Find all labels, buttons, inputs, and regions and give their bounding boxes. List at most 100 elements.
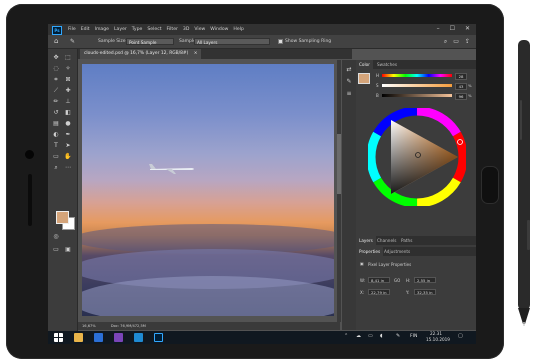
- pixel-layer-icon: ▣: [360, 261, 364, 266]
- y-field[interactable]: 32,35 in: [414, 289, 436, 295]
- workspace-icon[interactable]: ▭: [453, 38, 459, 46]
- photoshop-taskbar-icon[interactable]: [154, 333, 163, 342]
- quick-mask-icon[interactable]: ◎: [51, 232, 61, 241]
- pen-tool-icon[interactable]: ✒: [63, 130, 73, 139]
- menu-filter[interactable]: Filter: [167, 27, 178, 32]
- clock-date[interactable]: 15.10.2019: [426, 337, 450, 342]
- path-select-icon[interactable]: ➤: [63, 141, 73, 150]
- visual-studio-icon[interactable]: [114, 333, 123, 342]
- menu-help[interactable]: Help: [233, 27, 243, 32]
- menu-layer[interactable]: Layer: [114, 27, 127, 32]
- saturation-slider[interactable]: [382, 84, 452, 87]
- eraser-tool-icon[interactable]: ◧: [63, 108, 73, 117]
- color-wheel[interactable]: [368, 108, 466, 206]
- frame-tool-icon[interactable]: ⊠: [63, 75, 73, 84]
- stylus-pen: [518, 40, 530, 326]
- maximize-button[interactable]: ☐: [450, 25, 455, 32]
- document-canvas[interactable]: [82, 64, 334, 316]
- menu-3d[interactable]: 3D: [183, 27, 189, 32]
- h-value[interactable]: 28: [455, 73, 467, 80]
- menu-type[interactable]: Type: [132, 27, 143, 32]
- history-brush-icon[interactable]: ↺: [51, 108, 61, 117]
- menu-image[interactable]: Image: [95, 27, 109, 32]
- volume-icon[interactable]: ◖: [380, 333, 383, 339]
- y-label: Y:: [406, 290, 410, 295]
- properties-title: Pixel Layer Properties: [368, 262, 412, 267]
- menu-edit[interactable]: Edit: [81, 27, 90, 32]
- minimize-button[interactable]: –: [437, 25, 440, 32]
- height-field[interactable]: 2,55 in: [414, 277, 436, 283]
- gradient-tool-icon[interactable]: ▤: [51, 119, 61, 128]
- sketch-app-icon[interactable]: [94, 333, 103, 342]
- close-button[interactable]: ✕: [465, 25, 470, 32]
- lasso-tool-icon[interactable]: ◌: [51, 64, 61, 73]
- tab-layers[interactable]: Layers: [356, 236, 376, 245]
- brush-settings-icon[interactable]: ✎: [345, 78, 353, 86]
- tab-adjustments[interactable]: Adjustments: [381, 247, 413, 256]
- blur-tool-icon[interactable]: ●: [63, 119, 73, 128]
- tab-swatches[interactable]: Swatches: [374, 60, 400, 69]
- history-panel-icon[interactable]: ⇄: [345, 66, 353, 74]
- shape-tool-icon[interactable]: ▭: [51, 152, 61, 161]
- pen-icon[interactable]: ✎: [396, 333, 400, 339]
- search-icon[interactable]: ⌕: [444, 38, 447, 46]
- show-sampling-ring-checkbox[interactable]: [278, 39, 283, 44]
- marquee-tool-icon[interactable]: ⬚: [63, 53, 73, 62]
- screen-mode-icon[interactable]: ▭: [51, 245, 61, 254]
- eyedropper-icon[interactable]: ⟋: [51, 86, 61, 95]
- notifications-icon[interactable]: ▢: [458, 333, 463, 339]
- b-value[interactable]: 96: [455, 93, 467, 100]
- menu-window[interactable]: Window: [210, 27, 228, 32]
- panel-fg-swatch[interactable]: [358, 73, 370, 84]
- hue-slider[interactable]: [382, 74, 452, 77]
- home-icon[interactable]: ⌂: [54, 37, 58, 45]
- tab-color[interactable]: Color: [356, 60, 373, 69]
- menu-select[interactable]: Select: [147, 27, 161, 32]
- dodge-tool-icon[interactable]: ◐: [51, 130, 61, 139]
- crop-tool-icon[interactable]: ⌗: [51, 75, 61, 84]
- link-go[interactable]: GO: [394, 278, 400, 283]
- file-explorer-icon[interactable]: [74, 333, 83, 342]
- menu-view[interactable]: View: [194, 27, 205, 32]
- brush-tool-icon[interactable]: ✏: [51, 97, 61, 106]
- title-bar: Ps File Edit Image Layer Type Select Fil…: [48, 24, 476, 35]
- x-field[interactable]: 22,79 in: [368, 289, 390, 295]
- width-field[interactable]: 8,41 in: [368, 277, 390, 283]
- clock-time[interactable]: 22.31: [430, 331, 442, 336]
- clone-stamp-icon[interactable]: ⊥: [63, 97, 73, 106]
- layers-panel-tabs: Layers Channels Paths: [356, 236, 476, 245]
- options-bar: ⌂ ✎ Sample Size: Point Sample Sample: Al…: [48, 35, 476, 49]
- close-tab-icon[interactable]: ×: [194, 51, 198, 56]
- document-tab[interactable]: clouds-edited.psd @ 16,7% (Layer 12, RGB…: [80, 49, 202, 59]
- type-tool-icon[interactable]: T: [51, 141, 61, 150]
- language-indicator[interactable]: FIN: [410, 334, 417, 339]
- menu-file[interactable]: File: [68, 27, 76, 32]
- canvas-scroll-thumb[interactable]: [337, 134, 341, 194]
- vscode-icon[interactable]: [134, 333, 143, 342]
- battery-icon[interactable]: ▭: [368, 333, 373, 339]
- hand-tool-icon[interactable]: ✋: [63, 152, 73, 161]
- zoom-tool-icon[interactable]: ⌕: [51, 163, 61, 172]
- s-value[interactable]: 43: [455, 83, 467, 90]
- brightness-slider[interactable]: [382, 94, 452, 97]
- status-bar: 16,67% Doc: 76,9M/472,5M: [78, 322, 340, 330]
- sample-select[interactable]: All Layers: [194, 37, 270, 45]
- quick-select-tool-icon[interactable]: ✧: [63, 64, 73, 73]
- adjust-panel-icon[interactable]: ≡: [345, 90, 353, 98]
- healing-brush-icon[interactable]: ✚: [63, 86, 73, 95]
- artboard-icon[interactable]: ▣: [63, 245, 73, 254]
- move-tool-icon[interactable]: ✥: [51, 53, 61, 62]
- x-label: X:: [360, 290, 365, 295]
- tray-chevron-icon[interactable]: ⌃: [344, 333, 348, 339]
- eyedropper-tool-icon[interactable]: ✎: [70, 38, 75, 45]
- share-icon[interactable]: ⇪: [465, 38, 470, 46]
- tab-properties[interactable]: Properties: [356, 247, 384, 256]
- more-tools-icon[interactable]: ⋯: [63, 163, 73, 172]
- windows-start-icon[interactable]: [54, 333, 63, 342]
- tab-paths[interactable]: Paths: [398, 236, 415, 245]
- tab-channels[interactable]: Channels: [374, 236, 399, 245]
- tablet-side-button[interactable]: [481, 166, 499, 204]
- tray-cloud-icon[interactable]: ☁: [356, 333, 361, 339]
- foreground-color-swatch[interactable]: [56, 211, 69, 224]
- sample-size-select[interactable]: Point Sample: [126, 37, 174, 45]
